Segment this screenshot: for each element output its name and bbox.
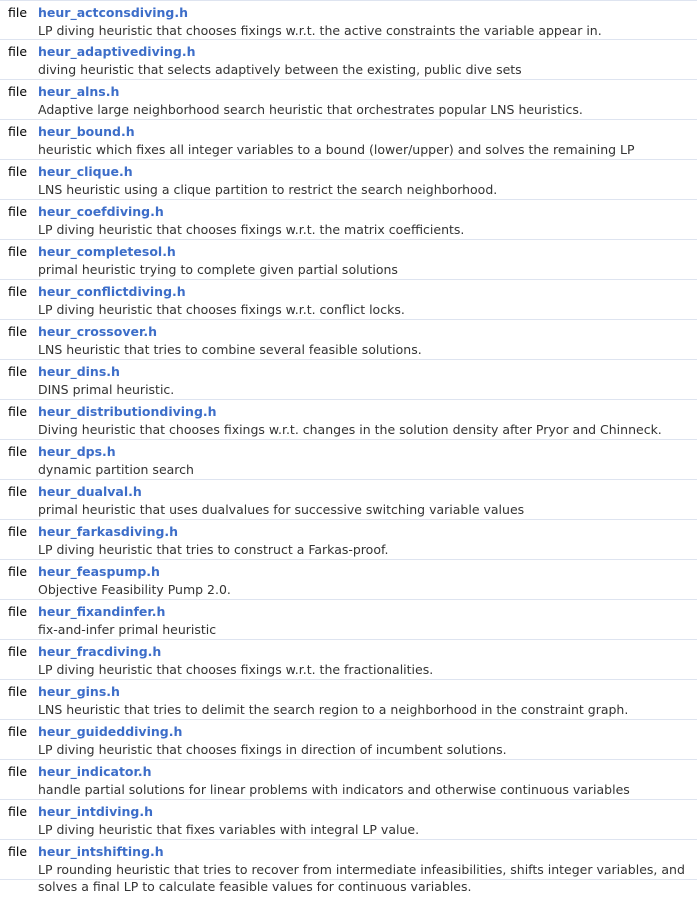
file-description: LP rounding heuristic that tries to reco… <box>38 862 685 891</box>
file-kind-label: file <box>8 444 28 459</box>
file-description: DINS primal heuristic. <box>38 382 175 397</box>
list-item: file heur_dps.hdynamic partition search <box>0 440 697 480</box>
file-kind-label: file <box>8 804 28 819</box>
list-item: file heur_clique.h LNS heuristic using a c… <box>0 160 697 200</box>
file-kind-label: file <box>8 764 28 779</box>
file-kind-label: file <box>8 124 28 139</box>
list-item: file heur_actconsdiving.h LP diving heuris… <box>0 0 697 40</box>
file-kind-label: file <box>8 5 28 20</box>
file-kind-label: file <box>8 164 28 179</box>
file-kind-label: file <box>8 364 28 379</box>
file-kind-label: file <box>8 484 28 499</box>
list-item: file heur_dins.h DINS primal heuristic. <box>0 360 697 400</box>
file-kind-label: file <box>8 84 28 99</box>
file-kind-label: file <box>8 644 28 659</box>
file-kind-label: file <box>8 284 28 299</box>
file-link[interactable]: heur_gins.h <box>38 684 120 699</box>
file-kind-label: file <box>8 564 28 579</box>
file-kind-label: file <box>8 204 28 219</box>
file-description: primal heuristic trying to complete give… <box>38 262 398 277</box>
file-link[interactable]: heur_adaptivediving.h <box>38 44 196 59</box>
file-description: LP diving heuristic that chooses fixings… <box>38 662 434 677</box>
file-kind-label: file <box>8 684 28 699</box>
file-link[interactable]: heur_coefdiving.h <box>38 204 164 219</box>
file-description: LP diving heuristic that chooses fixings… <box>38 23 602 38</box>
file-link[interactable]: heur_dins.h <box>38 364 120 379</box>
file-link[interactable]: heur_bound.h <box>38 124 135 139</box>
list-item: file heur_fracdiving.h LP diving heuristic… <box>0 640 697 680</box>
file-link[interactable]: heur_actconsdiving.h <box>38 5 188 20</box>
file-kind-label: file <box>8 244 28 259</box>
file-link[interactable]: heur_intdiving.h <box>38 804 153 819</box>
list-item: file heur_alns.h Adaptive large neighborho… <box>0 80 697 120</box>
list-item: file heur_coefdiving.h LP diving heuristic… <box>0 200 697 240</box>
file-link[interactable]: heur_crossover.h <box>38 324 157 339</box>
list-item: file heur_feaspump.h Objective Feasibility… <box>0 560 697 600</box>
list-item: file heur_conflictdiving.h LP diving heuri… <box>0 280 697 320</box>
list-item: file heur_indicator.hhandle partial solut… <box>0 760 697 800</box>
list-item: file heur_intdiving.h LP diving heuristic … <box>0 800 697 840</box>
file-description: LP diving heuristic that chooses fixings… <box>38 742 507 757</box>
file-kind-label: file <box>8 724 28 739</box>
file-description: LP diving heuristic that fixes variables… <box>38 822 420 837</box>
file-link[interactable]: heur_completesol.h <box>38 244 176 259</box>
list-item: file heur_distributiondiving.h Diving heur… <box>0 400 697 440</box>
file-kind-label: file <box>8 844 28 859</box>
file-kind-label: file <box>8 604 28 619</box>
list-item: file heur_bound.h heuristic which fixes al… <box>0 120 697 160</box>
file-link[interactable]: heur_fixandinfer.h <box>38 604 165 619</box>
list-item: file heur_farkasdiving.h LP diving heurist… <box>0 520 697 560</box>
file-link[interactable]: heur_clique.h <box>38 164 133 179</box>
file-description: LP diving heuristic that tries to constr… <box>38 542 389 557</box>
file-description: heuristic which fixes all integer variab… <box>38 142 635 157</box>
list-item: file heur_dualval.hprimal heuristic that … <box>0 480 697 520</box>
file-link[interactable]: heur_distributiondiving.h <box>38 404 217 419</box>
file-description: Adaptive large neighborhood search heuri… <box>38 102 583 117</box>
file-description: LNS heuristic that tries to delimit the … <box>38 702 629 717</box>
list-item: file heur_fixandinfer.h fix-and-infer prim… <box>0 600 697 640</box>
file-link[interactable]: heur_alns.h <box>38 84 119 99</box>
file-description: primal heuristic that uses dualvalues fo… <box>38 502 525 517</box>
list-item: file heur_completesol.hprimal heuristic t… <box>0 240 697 280</box>
file-description: dynamic partition search <box>38 462 194 477</box>
file-link[interactable]: heur_conflictdiving.h <box>38 284 186 299</box>
file-description: LP diving heuristic that chooses fixings… <box>38 222 465 237</box>
file-description: handle partial solutions for linear prob… <box>38 782 630 797</box>
file-link[interactable]: heur_dps.h <box>38 444 116 459</box>
file-link[interactable]: heur_intshifting.h <box>38 844 164 859</box>
file-link[interactable]: heur_farkasdiving.h <box>38 524 178 539</box>
list-item: file heur_adaptivediving.hdiving heuristi… <box>0 40 697 80</box>
list-item: file heur_gins.h LNS heuristic that tries … <box>0 680 697 720</box>
file-link[interactable]: heur_fracdiving.h <box>38 644 161 659</box>
file-kind-label: file <box>8 324 28 339</box>
file-kind-label: file <box>8 44 28 59</box>
file-description: Diving heuristic that chooses fixings w.… <box>38 422 662 437</box>
list-item: file heur_guideddiving.h LP diving heurist… <box>0 720 697 760</box>
file-description: fix-and-infer primal heuristic <box>38 622 217 637</box>
file-link[interactable]: heur_feaspump.h <box>38 564 160 579</box>
file-description: LP diving heuristic that chooses fixings… <box>38 302 405 317</box>
file-kind-label: file <box>8 524 28 539</box>
file-kind-label: file <box>8 404 28 419</box>
file-description: Objective Feasibility Pump 2.0. <box>38 582 231 597</box>
file-link[interactable]: heur_guideddiving.h <box>38 724 182 739</box>
file-list: file heur_actconsdiving.h LP diving heuris… <box>0 0 697 891</box>
list-item: file heur_intshifting.h LP rounding heuris… <box>0 840 697 891</box>
file-link[interactable]: heur_indicator.h <box>38 764 152 779</box>
file-link[interactable]: heur_dualval.h <box>38 484 142 499</box>
file-description: LNS heuristic using a clique partition t… <box>38 182 498 197</box>
list-item: file heur_crossover.h LNS heuristic that t… <box>0 320 697 360</box>
file-description: LNS heuristic that tries to combine seve… <box>38 342 422 357</box>
file-description: diving heuristic that selects adaptively… <box>38 62 522 77</box>
